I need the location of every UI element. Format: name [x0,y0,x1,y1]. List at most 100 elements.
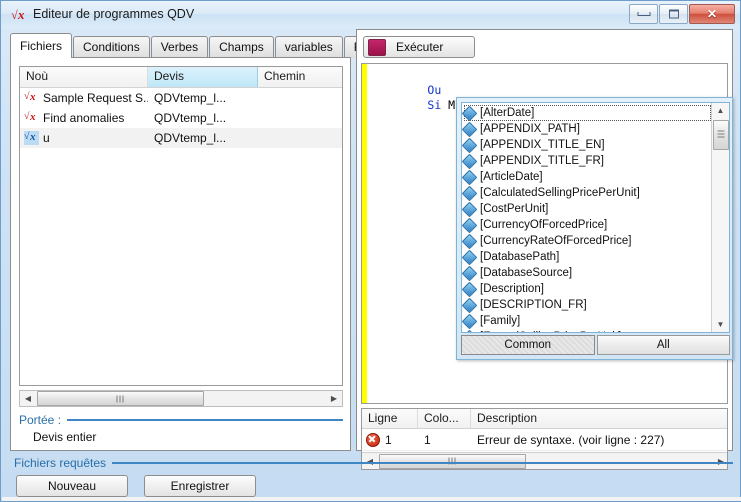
footer-group-label: Fichiers requêtes [14,456,107,470]
list-item[interactable]: [Family] [462,313,711,329]
list-item[interactable]: [ForcedSellingPricePerUnit] [462,329,711,332]
list-item[interactable]: [APPENDIX_TITLE_EN] [462,137,711,153]
files-list-hscrollbar[interactable]: ◀ ▶ [19,390,343,407]
field-icon [462,297,478,313]
list-item[interactable]: [CurrencyRateOfForcedPrice] [462,233,711,249]
scroll-left-icon[interactable]: ◀ [20,391,36,406]
scope-value: Devis entier [33,430,97,444]
fx-icon: √ x [11,7,25,22]
group-divider [112,462,733,464]
files-panel: Noù Devis Chemin √ x Sample Request S... … [10,57,351,451]
item-label: [DatabaseSource] [480,267,573,279]
item-label: [CurrencyOfForcedPrice] [480,219,608,231]
field-icon [462,233,478,249]
tab-variables[interactable]: variables [274,36,343,58]
scroll-down-icon[interactable]: ▼ [712,317,729,332]
execute-label: Exécuter [396,40,444,54]
list-item[interactable]: [DatabasePath] [462,249,711,265]
list-item[interactable]: [Description] [462,281,711,297]
field-icon [462,217,478,233]
tab-conditions[interactable]: Conditions [73,36,150,58]
tab-label: Conditions [83,40,140,54]
list-item[interactable]: [APPENDIX_TITLE_FR] [462,153,711,169]
file-name: Find anomalies [43,111,125,125]
item-label: [CurrencyRateOfForcedPrice] [480,235,632,247]
field-icon [462,169,478,185]
enregistrer-button[interactable]: Enregistrer [144,475,256,497]
scope-label: Portée : [19,413,62,427]
field-icon [462,313,478,329]
group-divider [67,419,343,421]
files-list[interactable]: Noù Devis Chemin √ x Sample Request S... … [19,66,343,386]
tab-verbes[interactable]: Verbes [150,36,209,58]
table-row[interactable]: 1 1 Erreur de syntaxe. (voir ligne : 227… [362,429,727,451]
field-icon [462,201,478,217]
footer-group-title: Fichiers requêtes [6,456,737,470]
column-header-chemin[interactable]: Chemin [258,67,342,87]
list-item[interactable]: [ArticleDate] [462,169,711,185]
tab-champs[interactable]: Champs [209,36,274,58]
close-button[interactable]: ✕ [689,4,735,24]
hscrollbar-thumb[interactable] [37,391,204,406]
field-icon [462,153,478,169]
list-item[interactable]: [CostPerUnit] [462,201,711,217]
list-item[interactable]: [DatabaseSource] [462,265,711,281]
column-header-ligne[interactable]: Ligne [362,409,418,428]
field-icon [462,249,478,265]
tab-strip: Fichiers Conditions Verbes Champs variab… [10,33,400,58]
tab-label: Fichiers [20,39,63,53]
table-row[interactable]: √ x Find anomalies QDVtemp_l... [20,108,342,128]
list-item[interactable]: [DESCRIPTION_FR] [462,297,711,313]
scroll-up-icon[interactable]: ▲ [712,103,729,118]
file-name: u [43,131,50,145]
window-controls: ✕ [628,4,735,25]
column-header-devis[interactable]: Devis [148,67,258,87]
tab-fichiers[interactable]: Fichiers [10,33,73,58]
error-icon [366,432,380,447]
filter-common-button[interactable]: Common [461,335,595,355]
item-label: [Family] [480,315,521,327]
execute-icon [368,38,386,56]
autocomplete-vscrollbar[interactable]: ▲ ▼ [711,103,729,332]
autocomplete-popup[interactable]: [AlterDate] [APPENDIX_PATH] [APPENDIX_TI… [456,97,733,360]
autocomplete-filter-buttons: Common All [461,335,730,355]
fx-icon: √ x [24,111,36,123]
tab-label: variables [284,40,333,54]
title-bar: √ x Editeur de programmes QDV ✕ [1,1,740,28]
footer-group: Fichiers requêtes Nouveau Enregistrer [6,456,737,498]
errors-grid-header: Ligne Colo... Description [362,409,727,429]
error-description: Erreur de syntaxe. (voir ligne : 227) [477,432,665,447]
column-header-colonne[interactable]: Colo... [418,409,471,428]
file-devis: QDVtemp_l... [154,91,227,105]
scroll-right-icon[interactable]: ▶ [326,391,342,406]
file-devis: QDVtemp_l... [154,111,227,125]
list-item[interactable]: [APPENDIX_PATH] [462,121,711,137]
window-title: Editeur de programmes QDV [33,7,195,21]
column-header-description[interactable]: Description [471,409,727,428]
field-icon [462,105,478,121]
scope-group-title: Portée : [19,413,343,427]
error-column: 1 [424,432,431,447]
execute-button[interactable]: Exécuter [363,36,475,58]
table-row[interactable]: √ x u QDVtemp_l... [20,128,342,148]
table-row[interactable]: √ x Sample Request S... QDVtemp_l... [20,88,342,108]
scope-group: Portée : Devis entier [19,413,343,444]
filter-all-button[interactable]: All [596,335,730,355]
list-item[interactable]: [AlterDate] [462,105,711,121]
code-line: Si Minutes. [372,83,505,112]
item-label: [APPENDIX_TITLE_FR] [480,155,604,167]
field-icon [462,281,478,297]
tab-label: Champs [219,40,264,54]
restore-button[interactable] [659,4,688,24]
list-item[interactable]: [CurrencyOfForcedPrice] [462,217,711,233]
item-label: [ForcedSellingPricePerUnit] [480,329,621,332]
field-icon [462,137,478,153]
minimize-button[interactable] [629,4,658,24]
list-item[interactable]: [CalculatedSellingPricePerUnit] [462,185,711,201]
application-window: √ x Editeur de programmes QDV ✕ Fichiers … [0,0,741,502]
code-keyword: Si [427,98,442,112]
column-header-nom[interactable]: Noù [20,67,148,87]
nouveau-button[interactable]: Nouveau [16,475,128,497]
autocomplete-list[interactable]: [AlterDate] [APPENDIX_PATH] [APPENDIX_TI… [461,102,730,333]
vscrollbar-thumb[interactable] [713,120,729,150]
